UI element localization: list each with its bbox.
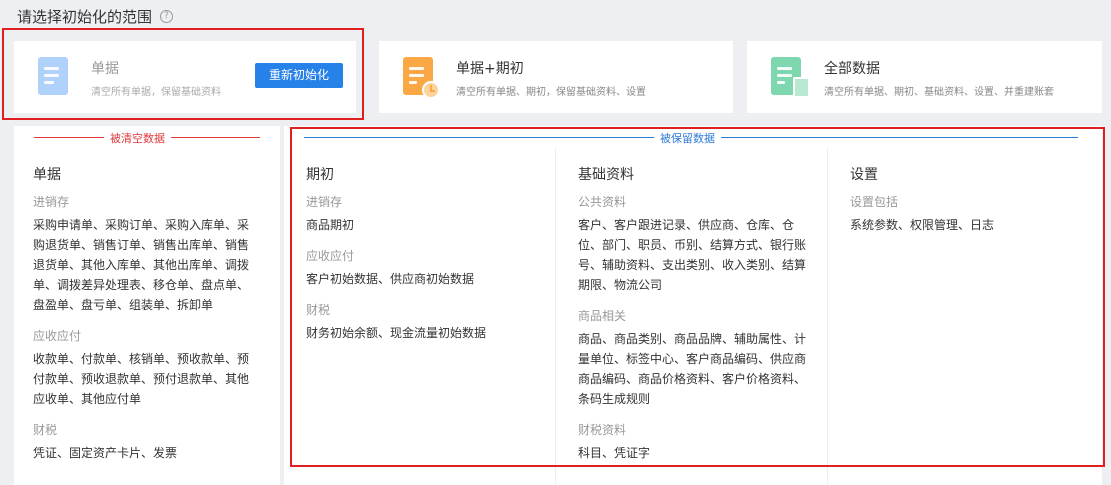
- column-divider: [827, 148, 828, 485]
- group-title: 应收应付: [306, 249, 355, 263]
- option-desc: 清空所有单据、期初、基础资料、设置、并重建账套: [824, 87, 1054, 98]
- cleared-data-label: 被清空数据: [104, 130, 171, 146]
- kept-data-panel: 被保留数据 期初 进销存 商品期初 应收应付 客户初始数据、供应商初始数据 财税…: [284, 126, 1102, 485]
- column-title: 期初: [306, 167, 334, 183]
- option-card-bills-opening[interactable]: 单据+期初 清空所有单据、期初，保留基础资料、设置: [379, 41, 733, 113]
- option-card-bills[interactable]: 单据 清空所有单据，保留基础资料 重新初始化: [14, 41, 356, 113]
- reinitialize-button[interactable]: 重新初始化: [255, 63, 343, 88]
- column-title: 基础资料: [578, 167, 634, 183]
- documents-icon: [771, 57, 810, 98]
- group-text: 凭证、固定资产卡片、发票: [33, 446, 178, 460]
- group-title: 设置包括: [850, 195, 899, 209]
- option-card-all-data[interactable]: 全部数据 清空所有单据、期初、基础资料、设置、并重建账套: [747, 41, 1102, 113]
- group-text: 商品、商品类别、商品品牌、辅助属性、计量单位、标签中心、客户商品编码、供应商商品…: [578, 332, 807, 406]
- group-title: 财税: [33, 423, 58, 437]
- option-title: 单据+期初: [456, 61, 524, 77]
- page-title: 请选择初始化的范围 ?: [17, 6, 174, 27]
- group-title: 财税: [306, 303, 331, 317]
- group-text: 采购申请单、采购订单、采购入库单、采购退货单、销售订单、销售出库单、销售退货单、…: [33, 218, 250, 312]
- page-title-text: 请选择初始化的范围: [17, 8, 153, 26]
- group-text: 科目、凭证字: [578, 446, 651, 460]
- group-title: 财税资料: [578, 423, 627, 437]
- cleared-data-panel: 被清空数据 单据 进销存 采购申请单、采购订单、采购入库单、采购退货单、销售订单…: [14, 126, 280, 485]
- group-title: 公共资料: [578, 195, 627, 209]
- option-desc: 清空所有单据，保留基础资料: [91, 87, 221, 98]
- kept-basic-data-column: 基础资料 公共资料 客户、客户跟进记录、供应商、仓库、仓位、部门、职员、币别、结…: [578, 164, 806, 475]
- group-text: 客户初始数据、供应商初始数据: [306, 272, 475, 286]
- group-text: 收款单、付款单、核销单、预收款单、预付款单、预收退款单、预付退款单、其他应收单、…: [33, 352, 250, 406]
- column-divider: [555, 148, 556, 485]
- group-text: 系统参数、权限管理、日志: [850, 218, 995, 232]
- group-title: 进销存: [33, 195, 70, 209]
- document-icon: [38, 57, 68, 95]
- option-title: 全部数据: [824, 61, 880, 77]
- group-text: 商品期初: [306, 218, 355, 232]
- kept-data-label: 被保留数据: [654, 130, 721, 146]
- option-title: 单据: [91, 61, 119, 77]
- kept-settings-column: 设置 设置包括 系统参数、权限管理、日志: [850, 164, 1080, 247]
- column-title: 设置: [850, 167, 878, 183]
- option-desc: 清空所有单据、期初，保留基础资料、设置: [456, 87, 646, 98]
- cleared-bills-column: 单据 进销存 采购申请单、采购订单、采购入库单、采购退货单、销售订单、销售出库单…: [33, 164, 253, 475]
- kept-opening-column: 期初 进销存 商品期初 应收应付 客户初始数据、供应商初始数据 财税 财务初始余…: [306, 164, 541, 355]
- group-title: 进销存: [306, 195, 343, 209]
- help-icon[interactable]: ?: [160, 10, 174, 23]
- column-title: 单据: [33, 167, 61, 183]
- document-clock-icon: [403, 57, 440, 99]
- group-text: 客户、客户跟进记录、供应商、仓库、仓位、部门、职员、币别、结算方式、银行账号、辅…: [578, 218, 807, 292]
- group-text: 财务初始余额、现金流量初始数据: [306, 326, 487, 340]
- group-title: 商品相关: [578, 309, 627, 323]
- group-title: 应收应付: [33, 329, 82, 343]
